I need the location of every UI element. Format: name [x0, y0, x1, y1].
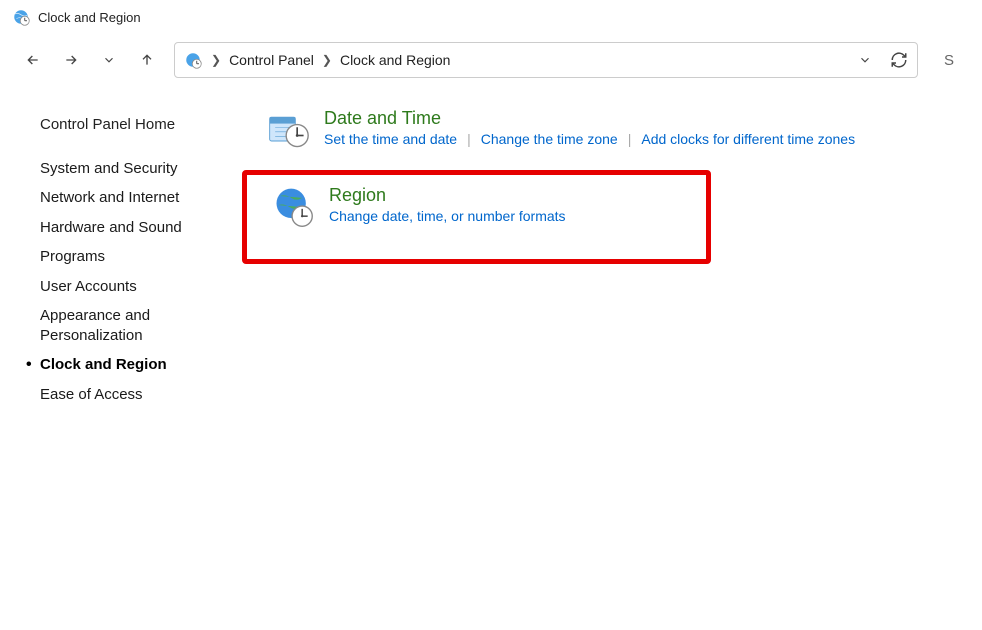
sidebar-item-programs[interactable]: Programs	[40, 242, 230, 272]
address-bar[interactable]: ❯ Control Panel ❯ Clock and Region	[174, 42, 918, 78]
toolbar: ❯ Control Panel ❯ Clock and Region S	[0, 34, 982, 90]
forward-button[interactable]	[62, 51, 80, 69]
chevron-right-icon[interactable]: ❯	[209, 53, 223, 67]
main-panel: Date and Time Set the time and date | Ch…	[250, 100, 982, 409]
region-icon	[271, 185, 315, 229]
link-set-time-date[interactable]: Set the time and date	[324, 131, 457, 147]
link-separator: |	[457, 131, 481, 147]
sidebar-item-ease-of-access[interactable]: Ease of Access	[40, 380, 230, 410]
date-time-icon	[266, 108, 310, 152]
content-area: Control Panel Home System and Security N…	[0, 90, 982, 409]
navigation-buttons	[24, 51, 156, 69]
link-change-formats[interactable]: Change date, time, or number formats	[329, 208, 566, 224]
sidebar-item-user-accounts[interactable]: User Accounts	[40, 272, 230, 302]
window-title: Clock and Region	[38, 10, 141, 25]
chevron-right-icon[interactable]: ❯	[320, 53, 334, 67]
breadcrumb-clock-region[interactable]: Clock and Region	[340, 52, 451, 68]
refresh-button[interactable]	[889, 50, 909, 70]
link-change-time-zone[interactable]: Change the time zone	[481, 131, 618, 147]
address-dropdown-icon[interactable]	[855, 50, 875, 70]
category-region-highlighted: Region Change date, time, or number form…	[242, 170, 711, 264]
category-date-and-time: Date and Time Set the time and date | Ch…	[260, 100, 952, 160]
sidebar-item-network-internet[interactable]: Network and Internet	[40, 183, 230, 213]
category-title-region[interactable]: Region	[329, 185, 566, 206]
sidebar-item-appearance[interactable]: Appearance and Personalization	[40, 301, 230, 350]
sidebar: Control Panel Home System and Security N…	[0, 100, 250, 409]
sidebar-item-hardware-sound[interactable]: Hardware and Sound	[40, 213, 230, 243]
breadcrumb-control-panel[interactable]: Control Panel	[229, 52, 314, 68]
back-button[interactable]	[24, 51, 42, 69]
titlebar: Clock and Region	[0, 0, 982, 34]
category-title-date-time[interactable]: Date and Time	[324, 108, 946, 129]
sidebar-item-clock-region[interactable]: Clock and Region	[40, 350, 230, 380]
recent-dropdown[interactable]	[100, 51, 118, 69]
sidebar-item-system-security[interactable]: System and Security	[40, 154, 230, 184]
link-separator: |	[618, 131, 642, 147]
search-button[interactable]: S	[936, 42, 962, 78]
clock-region-icon	[183, 50, 203, 70]
up-button[interactable]	[138, 51, 156, 69]
clock-region-icon	[12, 8, 30, 26]
sidebar-home[interactable]: Control Panel Home	[40, 110, 230, 140]
link-add-clocks[interactable]: Add clocks for different time zones	[641, 131, 855, 147]
